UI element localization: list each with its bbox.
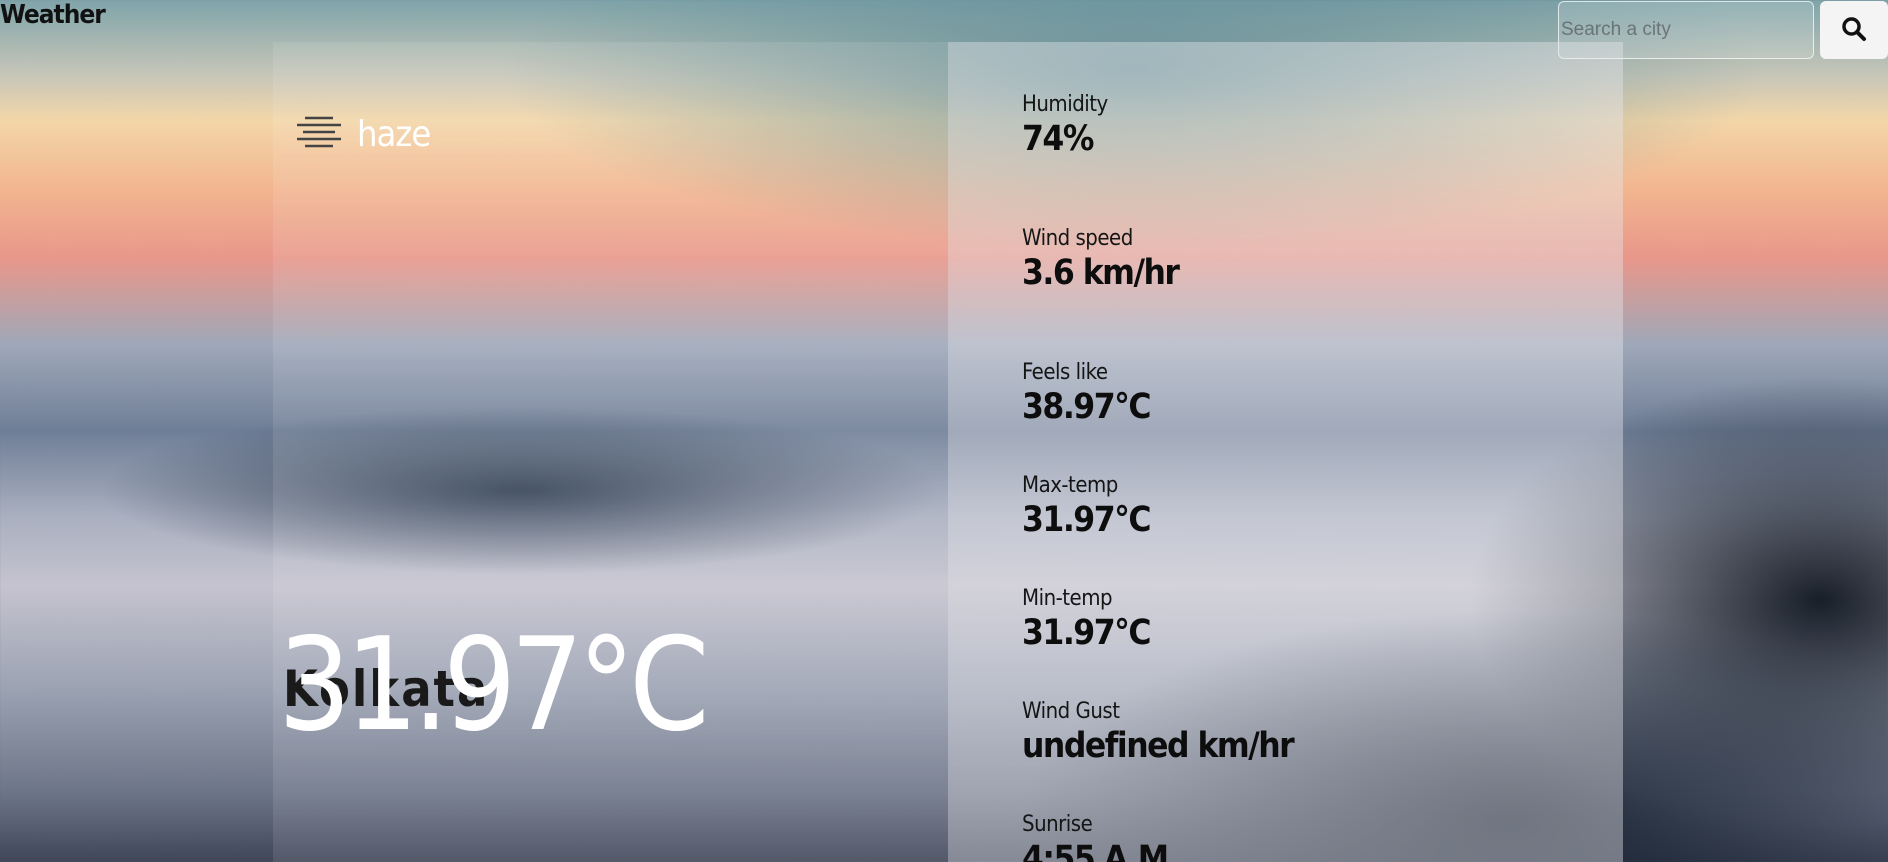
weather-details-panel: Humidity 74% Wind speed 3.6 km/hr Feels … — [948, 42, 1623, 862]
stat-sunrise: Sunrise 4:55 A.M — [1022, 812, 1169, 862]
stat-value: 74% — [1022, 119, 1094, 159]
stat-value: undefined km/hr — [1022, 726, 1295, 766]
stat-value: 38.97°C — [1022, 387, 1151, 427]
stat-label: Wind Gust — [1022, 699, 1120, 724]
stat-value: 31.97°C — [1022, 613, 1151, 653]
stat-wind-gust: Wind Gust undefined km/hr — [1022, 699, 1295, 766]
stat-humidity: Humidity 74% — [1022, 92, 1108, 159]
stat-max-temp: Max-temp 31.97°C — [1022, 473, 1151, 540]
stat-label: Sunrise — [1022, 812, 1093, 837]
app-title: Weather — [0, 0, 106, 30]
current-temperature: 31.97°C — [278, 611, 710, 760]
search-button[interactable] — [1820, 1, 1888, 59]
stat-feels-like: Feels like 38.97°C — [1022, 360, 1151, 427]
stat-label: Feels like — [1022, 360, 1108, 385]
stat-value: 3.6 km/hr — [1022, 253, 1180, 293]
haze-icon — [293, 112, 345, 156]
stat-label: Max-temp — [1022, 473, 1118, 498]
stat-value: 31.97°C — [1022, 500, 1151, 540]
stat-value: 4:55 A.M — [1022, 839, 1169, 862]
stat-min-temp: Min-temp 31.97°C — [1022, 586, 1151, 653]
search-icon — [1841, 16, 1867, 45]
stat-wind-speed: Wind speed 3.6 km/hr — [1022, 226, 1180, 293]
weather-condition: haze — [293, 112, 431, 156]
stat-label: Wind speed — [1022, 226, 1133, 251]
stat-label: Min-temp — [1022, 586, 1113, 611]
current-weather-panel: haze Kolkata 31.97°C — [273, 42, 948, 862]
stat-label: Humidity — [1022, 92, 1108, 117]
condition-label: haze — [357, 113, 431, 155]
